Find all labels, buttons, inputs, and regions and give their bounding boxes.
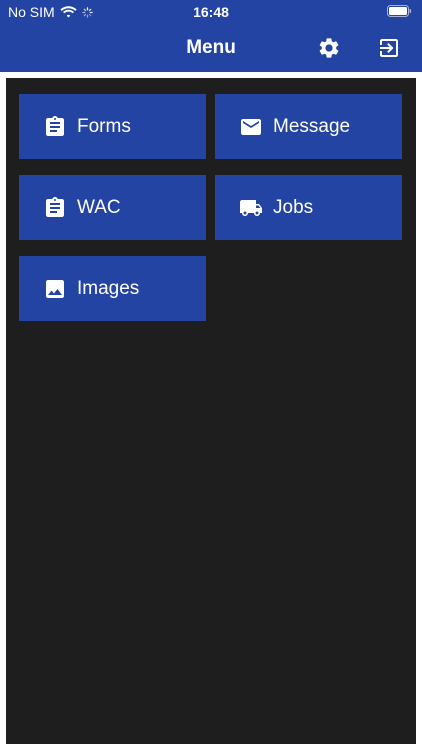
page-title: Menu [186, 37, 236, 58]
images-tile-label: Images [77, 277, 140, 299]
mail-icon [239, 115, 263, 139]
nav-bar: Menu [0, 28, 422, 68]
top-bar: No SIM 16:48 Menu [0, 0, 422, 72]
battery-icon [387, 5, 412, 17]
clipboard-icon [43, 115, 67, 139]
clipboard-icon [43, 196, 67, 220]
truck-icon [239, 196, 263, 220]
message-tile[interactable]: Message [215, 94, 402, 159]
jobs-tile[interactable]: Jobs [215, 175, 402, 240]
status-time: 16:48 [193, 4, 229, 20]
wac-tile-label: WAC [77, 196, 121, 218]
message-tile-label: Message [273, 115, 351, 137]
menu-panel: Forms Message WAC Jobs Images [6, 78, 416, 744]
settings-button[interactable] [316, 35, 342, 61]
gear-icon [319, 38, 339, 58]
forms-tile-label: Forms [77, 115, 131, 137]
wac-tile[interactable]: WAC [19, 175, 206, 240]
logout-button[interactable] [376, 35, 402, 61]
status-bar: No SIM 16:48 [0, 0, 422, 24]
images-tile[interactable]: Images [19, 256, 206, 321]
image-icon [43, 277, 67, 301]
jobs-tile-label: Jobs [273, 196, 314, 218]
logout-icon [380, 39, 398, 57]
forms-tile[interactable]: Forms [19, 94, 206, 159]
